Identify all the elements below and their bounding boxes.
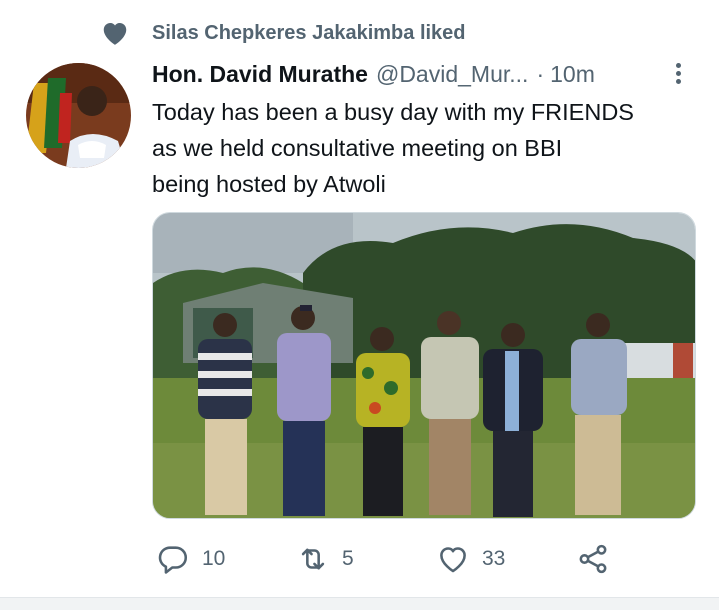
share-icon (579, 544, 607, 574)
tweet-text: Today has been a busy day with my FRIEND… (152, 99, 634, 197)
reply-button[interactable]: 10 (156, 540, 225, 578)
reply-icon (158, 546, 188, 574)
heart-icon (103, 23, 127, 45)
retweet-icon (301, 548, 325, 570)
retweet-count: 5 (342, 547, 354, 570)
timestamp[interactable]: 10m (550, 58, 595, 90)
bottom-divider (0, 597, 719, 610)
tweet-photo[interactable] (152, 212, 696, 519)
avatar[interactable] (26, 63, 131, 168)
social-context-label[interactable]: Silas Chepkeres Jakakimba liked (152, 22, 466, 45)
like-button[interactable]: 33 (436, 540, 505, 578)
header-separator: · (536, 61, 545, 87)
more-dot-icon (675, 79, 681, 84)
social-context: Silas Chepkeres Jakakimba liked (100, 18, 466, 48)
user-handle[interactable]: @David_Mur... (376, 58, 528, 90)
share-button[interactable] (576, 540, 610, 578)
display-name[interactable]: Hon. David Murathe (152, 58, 368, 90)
retweet-button[interactable]: 5 (296, 540, 354, 578)
more-dot-icon (675, 71, 681, 76)
like-icon (440, 547, 466, 573)
like-count: 33 (482, 547, 506, 570)
reply-count: 10 (202, 547, 226, 570)
more-options-button[interactable] (666, 60, 690, 90)
more-dot-icon (675, 63, 681, 68)
tweet-header: Hon. David Murathe @David_Mur... · 10m (152, 58, 595, 90)
